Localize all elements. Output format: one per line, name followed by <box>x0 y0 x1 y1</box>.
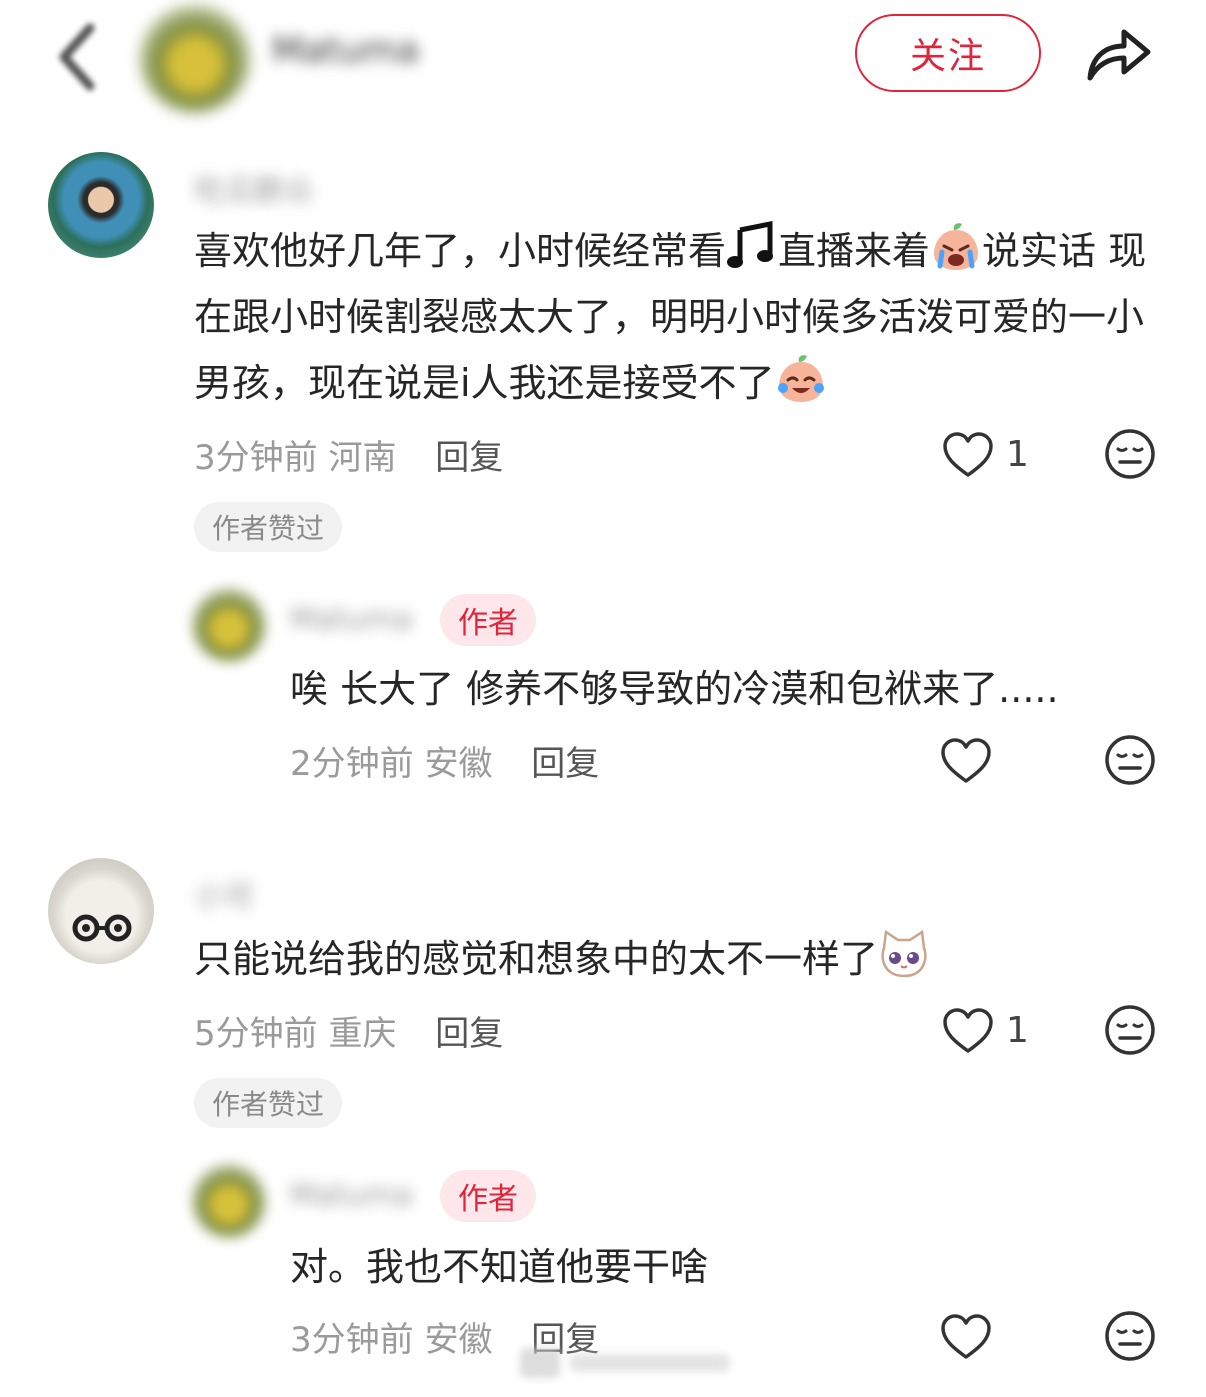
comment-time: 3分钟前 <box>194 438 318 478</box>
like-count: 1 <box>1006 434 1029 475</box>
dislike-icon[interactable] <box>1104 1004 1156 1056</box>
reply-time: 2分钟前 <box>290 744 414 784</box>
reply-location: 安徽 <box>424 744 493 784</box>
reply-button[interactable]: 回复 <box>435 438 503 478</box>
reply-text[interactable]: 唉 长大了 修养不够导致的冷漠和包袱来了..... <box>290 656 1150 722</box>
heart-icon[interactable] <box>940 737 992 785</box>
reply-time: 3分钟前 <box>290 1320 414 1360</box>
heart-icon[interactable] <box>942 1007 994 1055</box>
reply-user-name[interactable]: Matuma <box>290 602 413 637</box>
commenter-name[interactable]: 吃瓜群众 <box>194 166 314 210</box>
reply-meta: 2分钟前 安徽 回复 <box>290 736 599 785</box>
crying-peach-emoji-icon <box>934 223 979 270</box>
commenter-name[interactable]: 小可 <box>194 872 254 916</box>
comment-location: 重庆 <box>328 1014 397 1054</box>
reply-avatar[interactable] <box>192 1164 266 1238</box>
glasses-icon <box>72 914 132 942</box>
dislike-icon[interactable] <box>1104 734 1156 786</box>
laughing-peach-emoji-icon <box>777 355 824 402</box>
share-icon[interactable] <box>1084 22 1154 84</box>
reply-text[interactable]: 对。我也不知道他要干啥 <box>290 1234 1150 1300</box>
commenter-avatar[interactable] <box>48 152 154 258</box>
author-avatar[interactable] <box>140 5 250 113</box>
music-note-icon <box>727 220 774 268</box>
author-badge: 作者 <box>440 1170 536 1222</box>
dislike-icon[interactable] <box>1104 1310 1156 1362</box>
author-liked-badge: 作者赞过 <box>194 1078 343 1128</box>
comment-text[interactable]: 只能说给我的感觉和想象中的太不一样了 <box>194 926 1154 992</box>
author-name[interactable]: Matuma <box>272 30 419 71</box>
comment-meta: 5分钟前 重庆 回复 <box>194 1006 503 1055</box>
reply-user-name[interactable]: Matuma <box>290 1178 413 1213</box>
author-liked-badge: 作者赞过 <box>194 502 343 552</box>
comment-location: 河南 <box>328 438 397 478</box>
commenter-avatar[interactable] <box>48 858 154 964</box>
reply-button[interactable]: 回复 <box>531 744 599 784</box>
comment-time: 5分钟前 <box>194 1014 318 1054</box>
teary-cat-emoji-icon <box>881 929 927 978</box>
watermark-logo <box>520 1348 730 1378</box>
dislike-icon[interactable] <box>1104 428 1156 480</box>
comment-meta: 3分钟前 河南 回复 <box>194 430 503 479</box>
author-badge: 作者 <box>440 594 536 646</box>
reply-avatar[interactable] <box>192 588 266 662</box>
heart-icon[interactable] <box>942 431 994 479</box>
back-icon[interactable] <box>52 22 102 92</box>
reply-button[interactable]: 回复 <box>435 1014 503 1054</box>
follow-button[interactable]: 关注 <box>855 14 1041 92</box>
like-count: 1 <box>1006 1010 1029 1051</box>
reply-location: 安徽 <box>424 1320 493 1360</box>
heart-icon[interactable] <box>940 1313 992 1361</box>
comment-text[interactable]: 喜欢他好几年了，小时候经常看 直播来着 说实话 现在跟小时候割裂感太大了，明明小时候… <box>194 218 1154 416</box>
